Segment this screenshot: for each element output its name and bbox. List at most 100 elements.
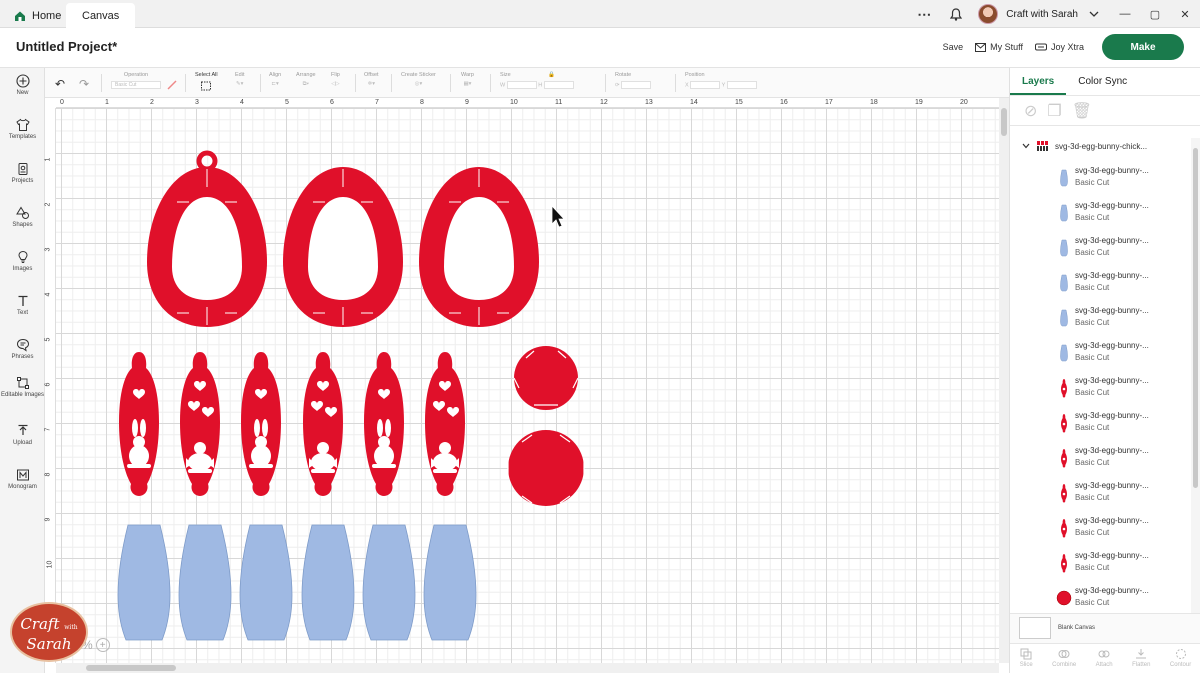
joy-xtra-button[interactable]: Joy Xtra bbox=[1034, 42, 1084, 52]
chick-side-piece[interactable] bbox=[303, 352, 343, 496]
vase-panel[interactable] bbox=[301, 524, 355, 641]
x-input[interactable] bbox=[690, 81, 721, 89]
arrange-button[interactable]: Arrange ⧉▾ bbox=[296, 72, 316, 88]
layer-row[interactable]: svg-3d-egg-bunny-... Basic Cut bbox=[1056, 512, 1191, 547]
make-button[interactable]: Make bbox=[1102, 34, 1184, 60]
sidebar-item-shapes[interactable]: Shapes bbox=[0, 206, 45, 228]
height-input[interactable] bbox=[543, 81, 574, 89]
operation-select[interactable]: Operation Basic Cut bbox=[111, 72, 161, 89]
chevron-down-icon[interactable] bbox=[1022, 143, 1030, 149]
layer-row[interactable]: svg-3d-egg-bunny-... Basic Cut bbox=[1056, 582, 1191, 617]
canvas-horizontal-scrollbar[interactable] bbox=[56, 663, 999, 673]
select-all-button[interactable]: Select All bbox=[195, 72, 218, 91]
bunny-side-piece[interactable] bbox=[119, 352, 159, 496]
layers-scrollbar[interactable] bbox=[1191, 138, 1200, 613]
canvas-vertical-scrollbar[interactable] bbox=[999, 98, 1009, 663]
linetype-swatch-icon[interactable] bbox=[167, 80, 177, 92]
warp-button[interactable]: Warp ▦▾ bbox=[461, 72, 474, 87]
layer-operation: Basic Cut bbox=[1075, 318, 1110, 327]
layer-row[interactable]: svg-3d-egg-bunny-... Basic Cut bbox=[1056, 477, 1191, 512]
contour-button[interactable]: Contour bbox=[1170, 648, 1191, 673]
sidebar-item-upload[interactable]: Upload bbox=[0, 424, 45, 446]
combine-button[interactable]: Combine bbox=[1052, 648, 1076, 673]
duplicate-icon[interactable]: ❐ bbox=[1047, 101, 1061, 121]
ruler-left-label: 10 bbox=[46, 560, 54, 569]
sidebar-item-projects[interactable]: Projects bbox=[0, 162, 45, 184]
arrange-label: Arrange bbox=[296, 72, 316, 78]
create-sticker-button[interactable]: Create Sticker ◎▾ bbox=[401, 72, 436, 87]
hide-icon[interactable]: ⊘ bbox=[1024, 101, 1037, 121]
offset-button[interactable]: Offset ✲▾ bbox=[364, 72, 379, 87]
sidebar-item-images[interactable]: Images bbox=[0, 250, 45, 272]
canvas-vertical-scroll-thumb[interactable] bbox=[1001, 108, 1007, 136]
layer-row[interactable]: svg-3d-egg-bunny-... Basic Cut bbox=[1056, 267, 1191, 302]
width-input[interactable] bbox=[506, 81, 537, 89]
layer-row[interactable]: svg-3d-egg-bunny-... Basic Cut bbox=[1056, 337, 1191, 372]
design-canvas[interactable] bbox=[56, 108, 999, 663]
layer-row[interactable]: svg-3d-egg-bunny-... Basic Cut bbox=[1056, 372, 1191, 407]
lock-icon[interactable]: 🔒 bbox=[548, 72, 555, 78]
tab-home[interactable]: Home bbox=[0, 3, 75, 28]
align-button[interactable]: Align ⊏▾ bbox=[269, 72, 281, 87]
layer-row[interactable]: svg-3d-egg-bunny-... Basic Cut bbox=[1056, 407, 1191, 442]
vase-panel[interactable] bbox=[239, 524, 293, 641]
sidebar-item-editable-images[interactable]: Editable Images bbox=[0, 376, 45, 398]
layers-scroll-thumb[interactable] bbox=[1193, 148, 1198, 488]
flatten-button[interactable]: Flatten bbox=[1132, 648, 1150, 673]
layer-row[interactable]: svg-3d-egg-bunny-... Basic Cut bbox=[1056, 547, 1191, 582]
account-name[interactable]: Craft with Sarah bbox=[1006, 9, 1078, 20]
bunny-side-piece[interactable] bbox=[241, 352, 281, 496]
y-input[interactable] bbox=[726, 81, 757, 89]
chick-side-piece[interactable] bbox=[180, 352, 220, 496]
egg-frame[interactable] bbox=[419, 167, 539, 327]
my-stuff-button[interactable]: My Stuff bbox=[975, 42, 1023, 52]
delete-icon[interactable]: 🗑 bbox=[1072, 101, 1092, 121]
tab-color-sync[interactable]: Color Sync bbox=[1066, 68, 1139, 95]
circle-base-small[interactable] bbox=[513, 346, 579, 410]
layer-row[interactable]: svg-3d-egg-bunny-... Basic Cut bbox=[1056, 197, 1191, 232]
layer-row[interactable]: svg-3d-egg-bunny-... Basic Cut bbox=[1056, 162, 1191, 197]
project-title[interactable]: Untitled Project* bbox=[16, 39, 117, 54]
layer-row[interactable]: svg-3d-egg-bunny-... Basic Cut bbox=[1056, 302, 1191, 337]
sidebar-item-new[interactable]: New bbox=[0, 74, 45, 96]
minimize-button[interactable]: — bbox=[1110, 8, 1140, 20]
layer-row[interactable]: svg-3d-egg-bunny-... Basic Cut bbox=[1056, 442, 1191, 477]
attach-button[interactable]: Attach bbox=[1096, 648, 1113, 673]
blank-canvas-row[interactable]: Blank Canvas bbox=[1010, 613, 1200, 643]
bunny-side-piece[interactable] bbox=[364, 352, 404, 496]
flip-button[interactable]: Flip ◁▷ bbox=[331, 72, 340, 87]
slice-button[interactable]: Slice bbox=[1020, 648, 1033, 673]
layer-operation: Basic Cut bbox=[1075, 283, 1110, 292]
chick-side-piece[interactable] bbox=[425, 352, 465, 496]
vase-panel[interactable] bbox=[178, 524, 232, 641]
vase-panel[interactable] bbox=[362, 524, 416, 641]
restore-button[interactable]: ▢ bbox=[1140, 8, 1170, 21]
tab-canvas[interactable]: Canvas bbox=[66, 3, 136, 28]
avatar[interactable] bbox=[978, 4, 999, 24]
sidebar-item-monogram[interactable]: Monogram bbox=[0, 468, 45, 490]
circle-base-large[interactable] bbox=[507, 430, 585, 506]
rotate-input[interactable] bbox=[621, 81, 652, 89]
sidebar-item-text[interactable]: Text bbox=[0, 294, 45, 316]
canvas-horizontal-scroll-thumb[interactable] bbox=[86, 665, 176, 671]
more-options-icon[interactable]: ⋯ bbox=[914, 4, 934, 24]
undo-icon[interactable]: ↶ bbox=[55, 77, 65, 91]
ruler-top-label: 7 bbox=[375, 99, 379, 106]
vase-panel[interactable] bbox=[423, 524, 477, 641]
sidebar-item-phrases[interactable]: Phrases bbox=[0, 338, 45, 360]
egg-frame-with-hanger[interactable] bbox=[147, 150, 267, 327]
close-button[interactable]: ✕ bbox=[1170, 8, 1200, 21]
egg-frame[interactable] bbox=[283, 167, 403, 327]
save-button[interactable]: Save bbox=[943, 42, 964, 52]
edit-button[interactable]: Edit ✎▾ bbox=[235, 72, 244, 87]
redo-icon[interactable]: ↷ bbox=[79, 77, 89, 91]
bell-icon[interactable] bbox=[946, 4, 966, 24]
vase-panel[interactable] bbox=[117, 524, 171, 641]
tab-layers[interactable]: Layers bbox=[1010, 68, 1067, 95]
zoom-in-button[interactable]: + bbox=[95, 638, 110, 652]
layer-operation: Basic Cut bbox=[1075, 178, 1110, 187]
layer-group-row[interactable]: svg-3d-egg-bunny-chick... bbox=[1010, 138, 1191, 154]
layer-row[interactable]: svg-3d-egg-bunny-... Basic Cut bbox=[1056, 232, 1191, 267]
sidebar-item-templates[interactable]: Templates bbox=[0, 118, 45, 140]
chevron-down-icon[interactable] bbox=[1084, 4, 1104, 24]
